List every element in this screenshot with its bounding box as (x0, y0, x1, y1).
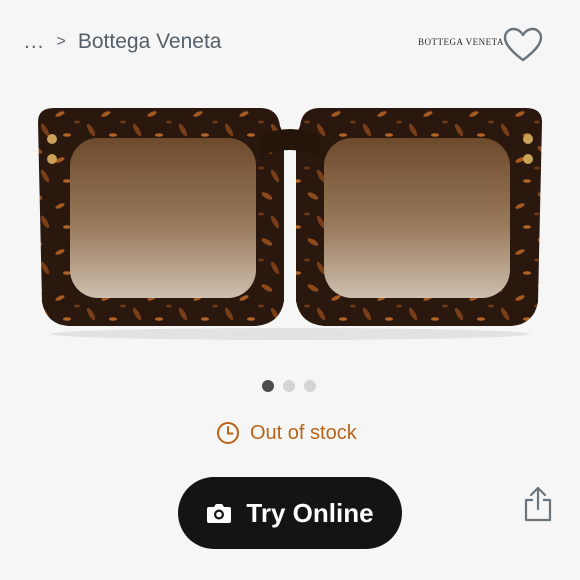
sunglasses-image (38, 108, 542, 340)
breadcrumb-brand[interactable]: Bottega Veneta (78, 30, 222, 54)
breadcrumb-ellipsis[interactable]: ... (24, 30, 45, 54)
heart-icon (503, 27, 543, 62)
camera-icon (207, 504, 232, 523)
carousel-dots (262, 380, 316, 392)
stock-status-label: Out of stock (250, 421, 357, 444)
product-image[interactable] (28, 96, 552, 346)
favorite-button[interactable] (503, 27, 543, 63)
share-icon (524, 486, 552, 522)
stock-status: Out of stock (216, 421, 357, 445)
breadcrumb-separator: > (56, 33, 66, 50)
carousel-dot-1[interactable] (262, 380, 274, 392)
clock-icon (217, 422, 239, 444)
share-button[interactable] (522, 485, 554, 523)
carousel-dot-3[interactable] (304, 380, 316, 392)
brand-logo: BOTTEGA VENETA (418, 37, 504, 47)
top-bar: ... > Bottega Veneta BOTTEGA VENETA (0, 0, 580, 86)
breadcrumb: ... > Bottega Veneta (24, 30, 222, 54)
try-online-button[interactable]: Try Online (178, 477, 402, 549)
try-online-label: Try Online (246, 497, 374, 528)
carousel-dot-2[interactable] (283, 380, 295, 392)
